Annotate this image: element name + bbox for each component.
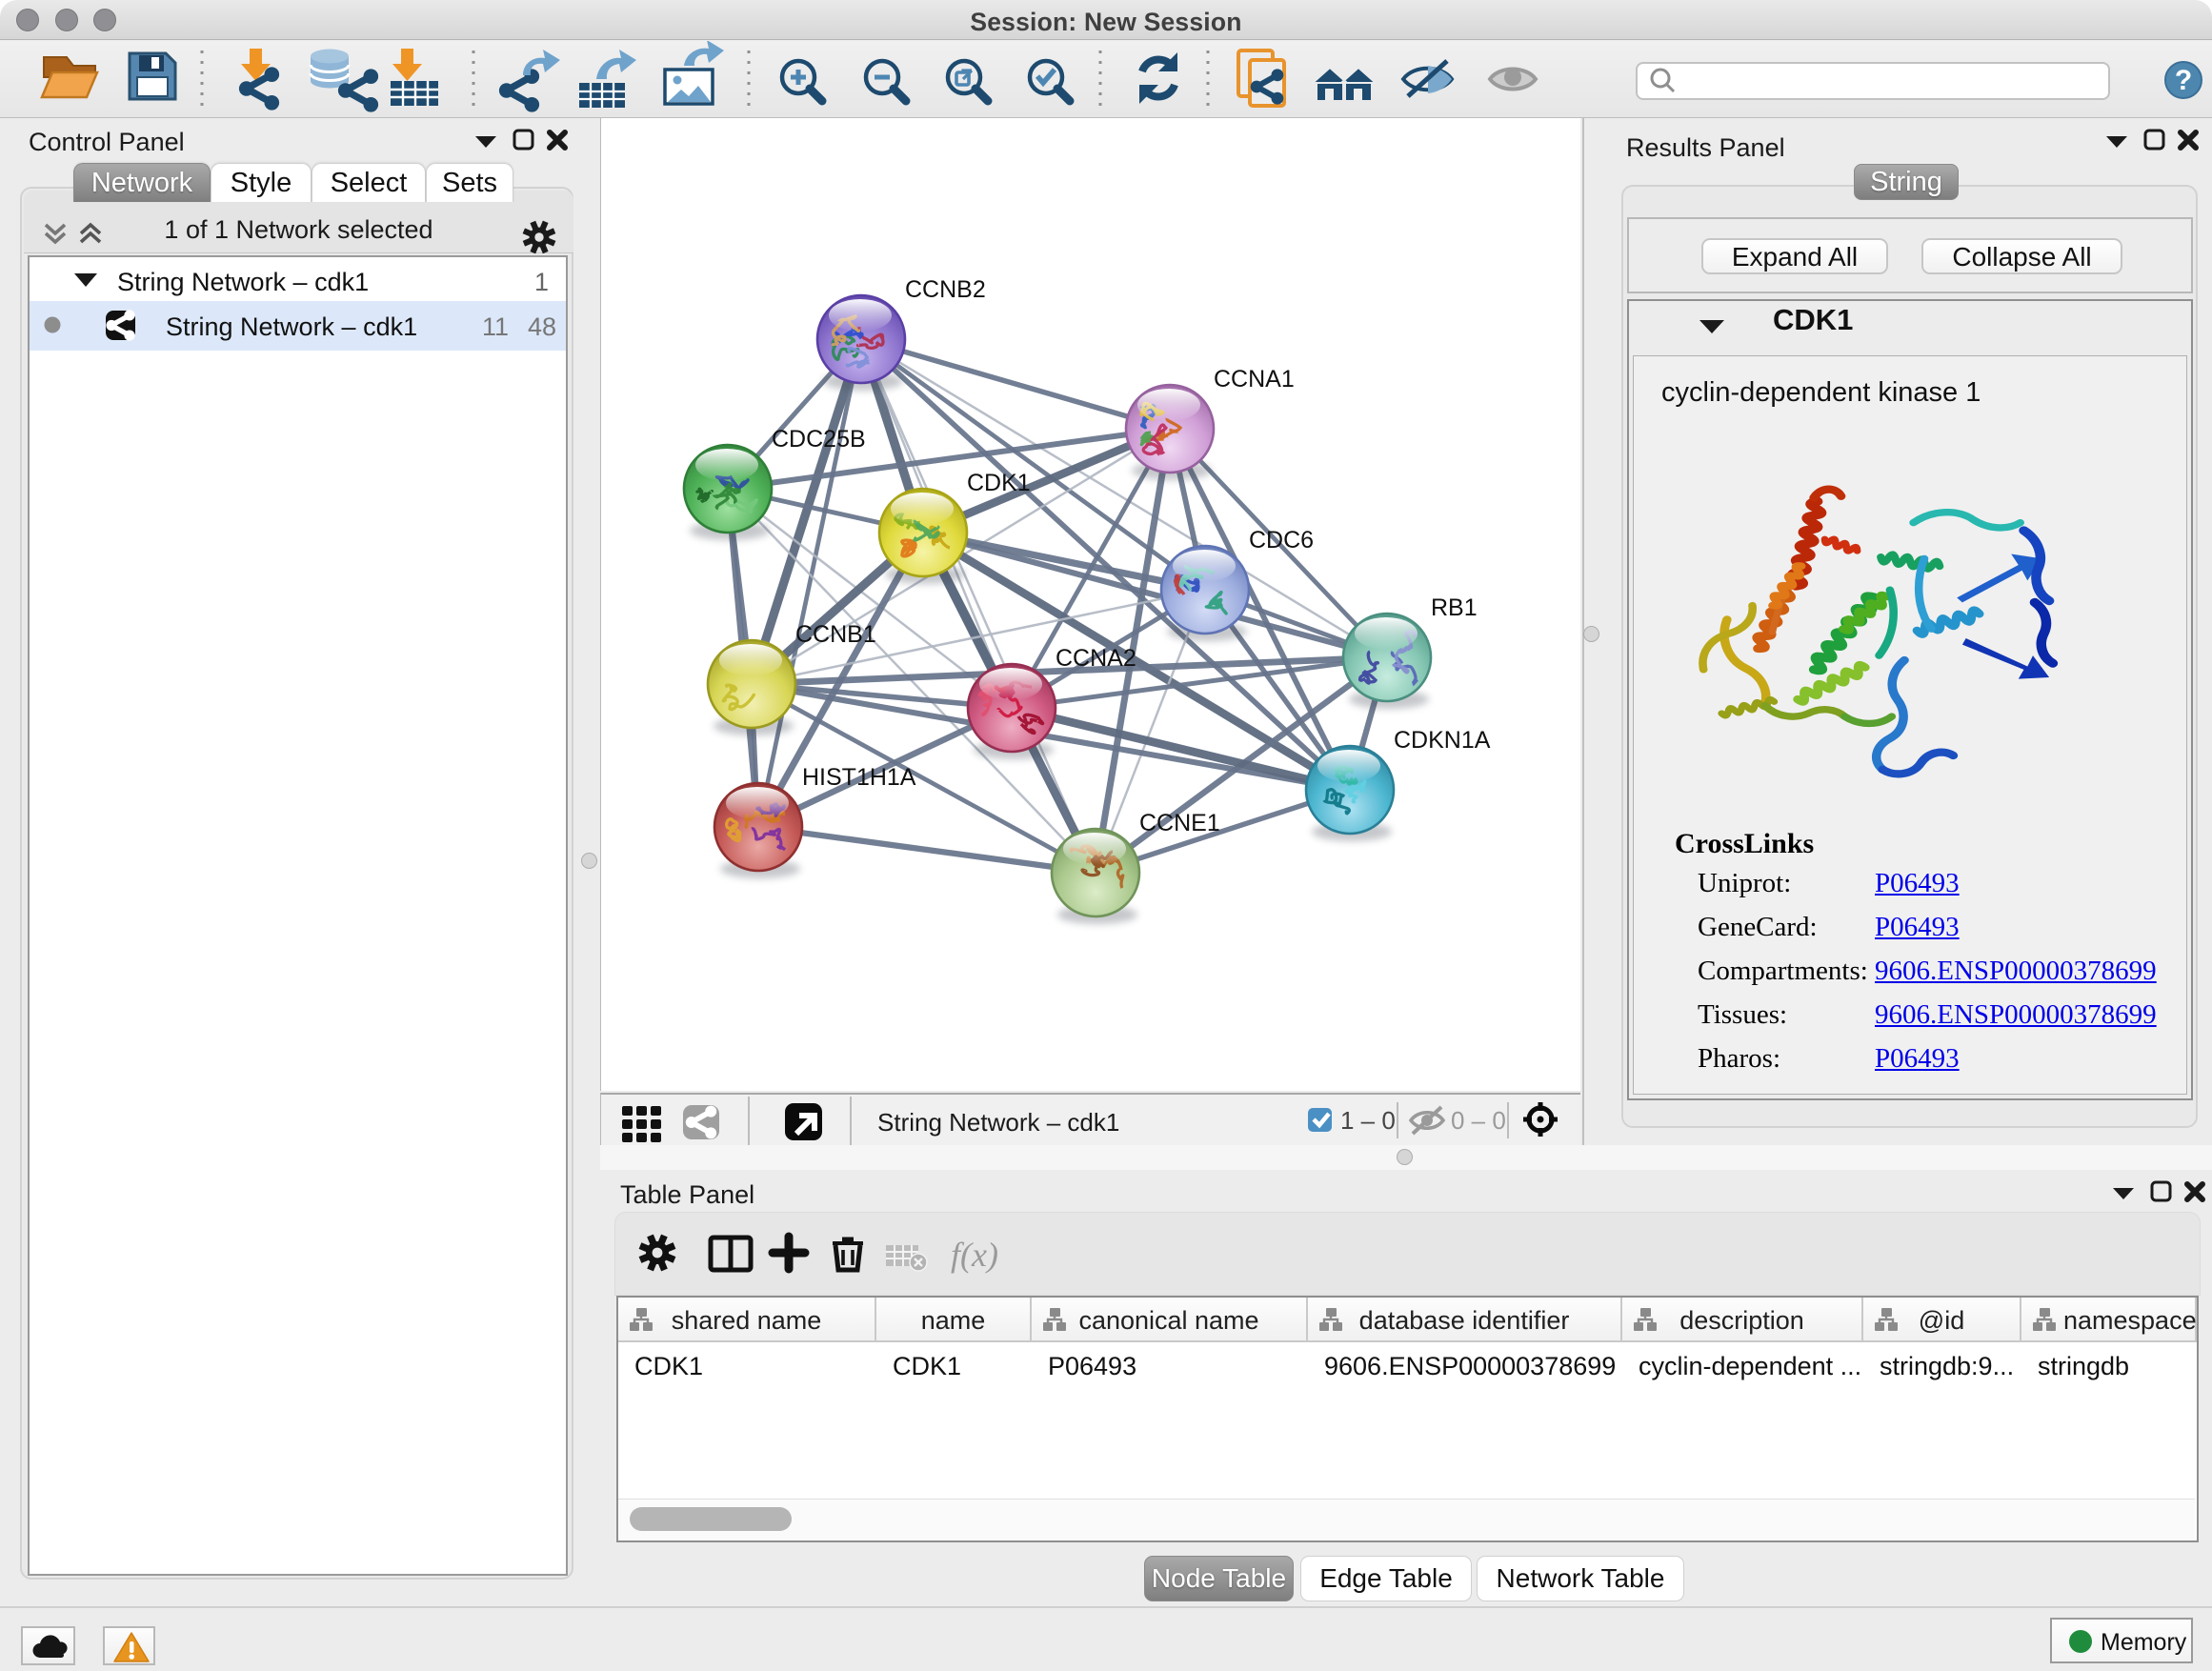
- svg-text:CCNA2: CCNA2: [1056, 645, 1136, 672]
- svg-text:RB1: RB1: [1431, 594, 1478, 621]
- svg-text:CCNA1: CCNA1: [1214, 366, 1295, 393]
- svg-text:CCNE1: CCNE1: [1139, 810, 1220, 836]
- svg-text:CDKN1A: CDKN1A: [1394, 727, 1491, 754]
- svg-text:HIST1H1A: HIST1H1A: [802, 764, 916, 791]
- svg-text:CCNB1: CCNB1: [795, 621, 876, 648]
- svg-text:1 – 0: 1 – 0: [1340, 1106, 1396, 1135]
- svg-text:f(x): f(x): [951, 1236, 998, 1274]
- svg-text:CDK1: CDK1: [967, 470, 1031, 496]
- svg-text:CDC25B: CDC25B: [772, 426, 866, 453]
- svg-text:0 – 0: 0 – 0: [1451, 1106, 1506, 1135]
- svg-text:CDC6: CDC6: [1249, 527, 1314, 554]
- svg-text:CCNB2: CCNB2: [905, 276, 986, 303]
